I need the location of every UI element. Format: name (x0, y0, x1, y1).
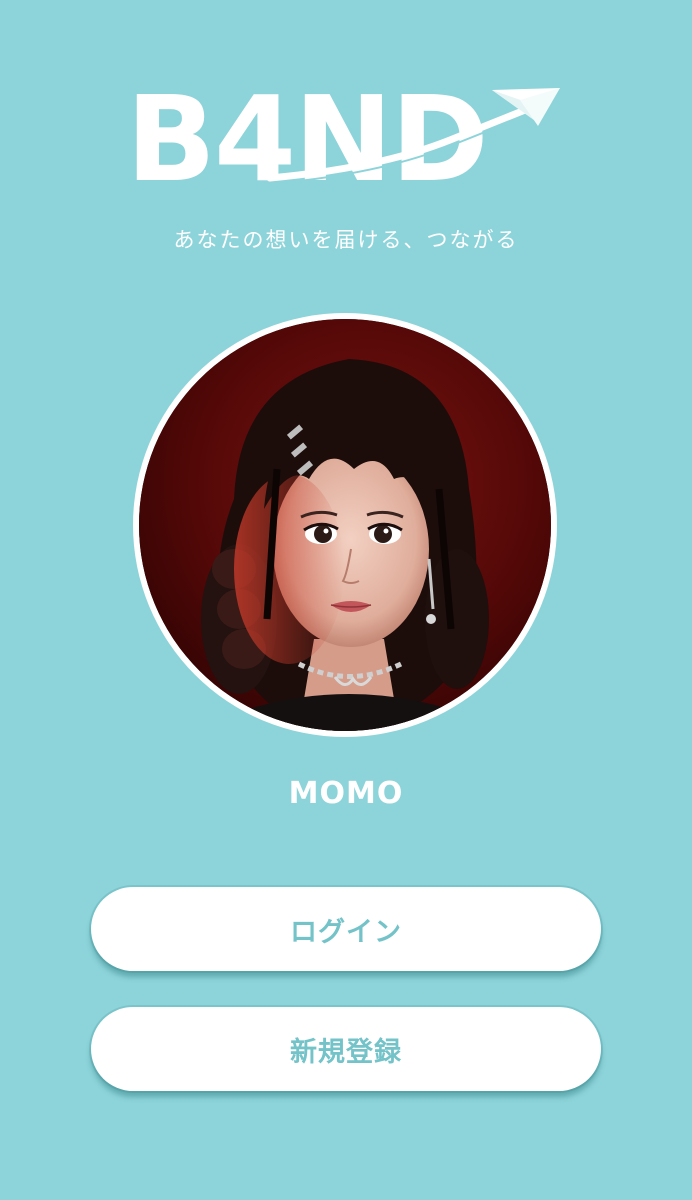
avatar (133, 313, 557, 737)
brand-logo: B4ND (120, 80, 570, 205)
profile-name: MOMO (288, 776, 404, 811)
register-button[interactable]: 新規登録 (91, 1007, 601, 1091)
paper-plane-icon (266, 88, 560, 185)
tagline: あなたの想いを届ける、つながる (173, 228, 519, 252)
login-button[interactable]: ログイン (91, 887, 601, 971)
avatar-photo (139, 319, 551, 731)
landing-screen: B4ND あなたの想いを届ける、つながる MOMO ログイン 新規登録 (0, 0, 692, 1200)
